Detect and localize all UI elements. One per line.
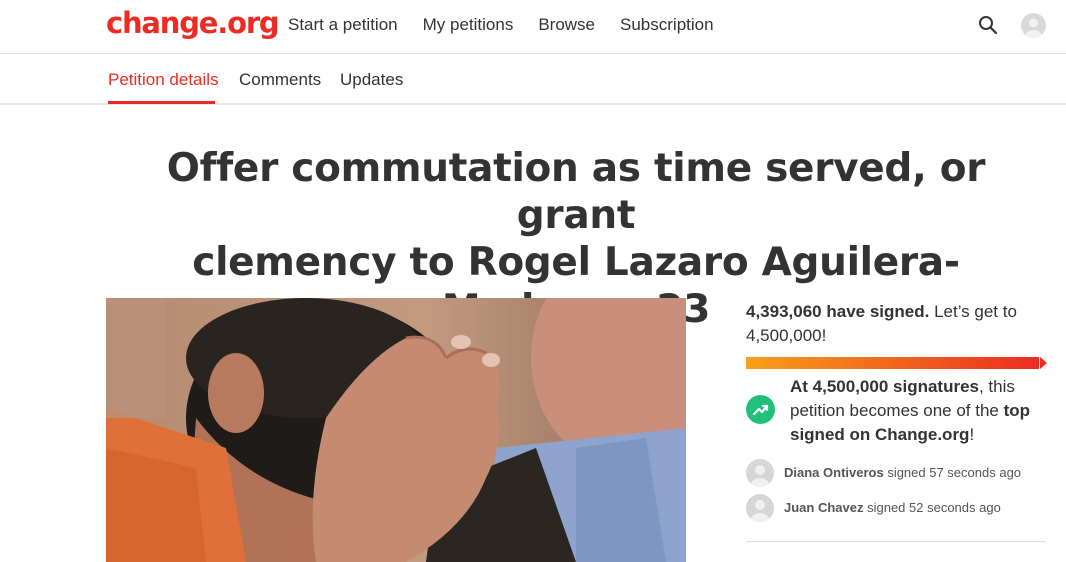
milestone-end: ! [969,425,975,444]
signer-line: Diana Ontiveros signed 57 seconds ago [784,465,1021,480]
signature-progress-fill [746,357,1039,369]
signer-line: Juan Chavez signed 52 seconds ago [784,500,1001,515]
signature-summary: 4,393,060 have signed. Let’s get to 4,50… [746,300,1046,348]
petition-photo [106,298,686,562]
tab-comments[interactable]: Comments [239,70,321,90]
signer-name: Diana Ontiveros [784,465,884,480]
active-tab-indicator [108,101,215,104]
main-nav: Start a petition My petitions Browse Sub… [288,15,739,35]
milestone-target: At 4,500,000 signatures [790,377,979,396]
progress-arrow-icon [1040,357,1047,369]
top-navbar: change.org Start a petition My petitions… [0,0,1066,54]
signer-time: signed 52 seconds ago [863,500,1001,515]
nav-subscription[interactable]: Subscription [620,15,714,35]
trending-up-icon [746,395,775,424]
search-icon[interactable] [978,15,998,35]
petition-tabs: Petition details Comments Updates [0,54,1066,105]
signature-goal: 4,500,000! [746,326,827,345]
signer-name: Juan Chavez [784,500,864,515]
nav-browse[interactable]: Browse [538,15,595,35]
signature-progress-bar [746,357,1046,369]
petition-title-line-1: Offer commutation as time served, or gra… [166,146,986,238]
nav-my-petitions[interactable]: My petitions [423,15,514,35]
signature-count: 4,393,060 have signed. [746,302,930,321]
signature-goal-text: Let’s get to [929,302,1017,321]
signer-time: signed 57 seconds ago [883,465,1022,480]
signer-avatar-icon [746,459,774,487]
nav-start-petition[interactable]: Start a petition [288,15,398,35]
user-avatar-icon[interactable] [1021,13,1046,38]
section-divider [746,541,1046,542]
change-org-logo[interactable]: change.org [106,6,280,40]
recent-signer: Diana Ontiveros signed 57 seconds ago [746,459,1046,489]
tab-updates[interactable]: Updates [340,70,403,90]
milestone-text: At 4,500,000 signatures, this petition b… [790,375,1046,447]
signer-avatar-icon [746,494,774,522]
tab-petition-details[interactable]: Petition details [108,70,219,90]
recent-signer: Juan Chavez signed 52 seconds ago [746,494,1046,524]
